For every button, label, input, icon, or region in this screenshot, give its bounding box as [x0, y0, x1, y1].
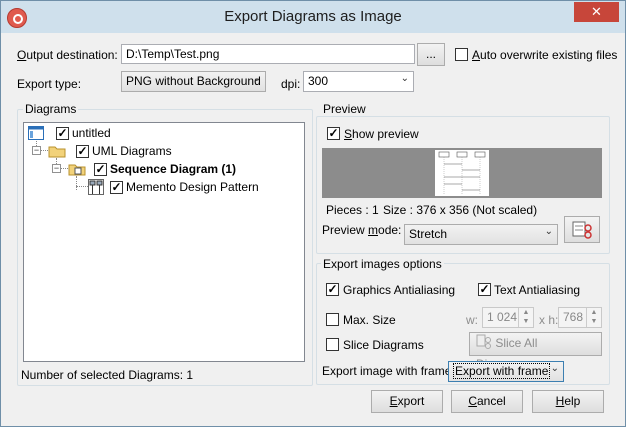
dpi-label: dpi: [281, 77, 301, 91]
slice-scissors-icon [572, 221, 592, 239]
chevron-down-icon: ⌄ [550, 363, 559, 374]
project-icon [28, 126, 44, 140]
tree-item-label: untitled [72, 126, 111, 140]
sequence-diagram-checkbox[interactable]: ✓ [94, 163, 107, 176]
show-preview-label: Show preview [344, 127, 419, 141]
export-button[interactable]: Export [371, 390, 443, 413]
preview-mode-label: Preview mode: [322, 223, 402, 237]
diagram-preview-image [438, 151, 486, 194]
text-antialiasing-checkbox[interactable]: ✓ [478, 283, 491, 296]
graphics-antialiasing-label: Graphics Antialiasing [343, 283, 456, 297]
sequence-diagram-icon [88, 179, 104, 195]
uml-diagrams-checkbox[interactable]: ✓ [76, 145, 89, 158]
output-destination-label: Output destination: [17, 48, 118, 62]
spinner-arrows-icon[interactable]: ▲ ▼ [518, 308, 533, 327]
export-frame-select[interactable]: Export with frame ⌄ [448, 361, 564, 382]
max-size-checkbox[interactable] [326, 313, 339, 326]
auto-overwrite-label: Auto overwrite existing files [472, 48, 618, 62]
export-frame-label: Export image with frame : [322, 364, 459, 378]
export-dialog: Export Diagrams as Image ✕ Output destin… [0, 0, 626, 427]
max-size-label: Max. Size [343, 313, 396, 327]
preview-group-title: Preview [321, 102, 368, 116]
diagram-thumbnail [435, 150, 489, 196]
slice-icon [476, 334, 491, 349]
memento-checkbox[interactable]: ✓ [110, 181, 123, 194]
auto-overwrite-checkbox[interactable] [455, 48, 468, 61]
browse-button[interactable]: ... [417, 43, 445, 66]
close-button[interactable]: ✕ [574, 2, 619, 22]
chevron-down-icon: ⌄ [400, 73, 409, 84]
sequence-folder-icon [68, 164, 86, 176]
help-button[interactable]: Help [532, 390, 604, 413]
tree-item-label: Memento Design Pattern [126, 180, 259, 194]
collapse-toggle[interactable]: − [52, 164, 61, 173]
max-width-spinner[interactable]: 1 024 ▲ ▼ [482, 307, 534, 328]
diagram-tree[interactable]: − − ✓ untitled ✓ UML Diagrams ✓ Sequence… [23, 122, 305, 362]
export-type-label: Export type: [17, 77, 82, 91]
title-bar: Export Diagrams as Image ✕ [1, 1, 625, 33]
selected-count-label: Number of selected Diagrams: 1 [21, 368, 194, 382]
width-label: w: [466, 313, 478, 327]
output-destination-field[interactable]: D:\Temp\Test.png [121, 44, 415, 64]
slice-diagrams-label: Slice Diagrams [343, 338, 424, 352]
dpi-select[interactable]: 300 ⌄ [303, 71, 414, 92]
chevron-down-icon: ⌄ [544, 226, 553, 237]
slice-diagrams-checkbox[interactable] [326, 338, 339, 351]
tree-item-label: Sequence Diagram (1) [110, 162, 237, 176]
text-antialiasing-label: Text Antialiasing [494, 283, 581, 297]
size-label: Size : 376 x 356 (Not scaled) [383, 203, 538, 217]
preview-mode-select[interactable]: Stretch ⌄ [404, 224, 558, 245]
folder-icon [48, 146, 66, 158]
tree-item-label: UML Diagrams [92, 144, 172, 158]
graphics-antialiasing-checkbox[interactable]: ✓ [326, 283, 339, 296]
window-title: Export Diagrams as Image [224, 8, 402, 25]
show-preview-checkbox[interactable]: ✓ [327, 127, 340, 140]
collapse-toggle[interactable]: − [32, 146, 41, 155]
max-height-spinner[interactable]: 768 ▲ ▼ [558, 307, 602, 328]
export-options-title: Export images options [321, 257, 444, 271]
spinner-arrows-icon[interactable]: ▲ ▼ [586, 308, 601, 327]
diagrams-group-title: Diagrams [23, 102, 79, 116]
pieces-label: Pieces : 1 [326, 203, 379, 217]
preview-area [322, 148, 602, 198]
cancel-button[interactable]: Cancel [451, 390, 523, 413]
slice-all-diagrams-button[interactable]: Slice All Diagrams... [469, 332, 602, 371]
preview-settings-button[interactable] [564, 216, 600, 243]
chevron-down-icon: ⌄ [252, 73, 261, 84]
height-label: x h: [539, 313, 559, 327]
untitled-checkbox[interactable]: ✓ [56, 127, 69, 140]
export-type-select[interactable]: PNG without Background ⌄ [121, 71, 266, 92]
